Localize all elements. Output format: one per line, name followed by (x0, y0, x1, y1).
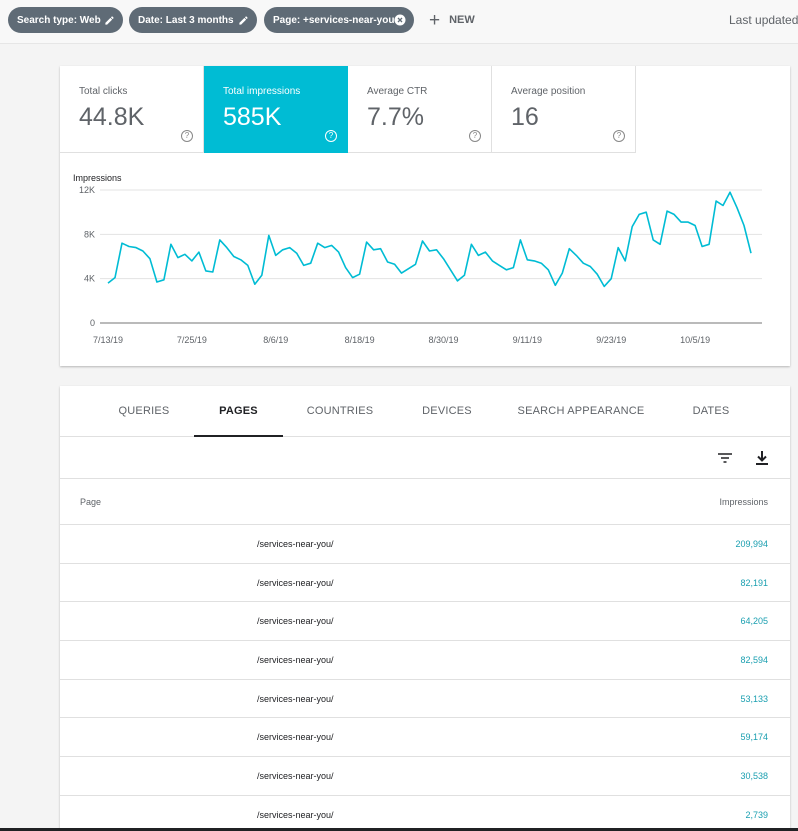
y-tick-label: 12K (79, 185, 95, 195)
plus-icon: + (429, 9, 441, 31)
filter-rows-icon[interactable] (715, 448, 735, 468)
x-tick-label: 8/18/19 (345, 335, 375, 345)
table-body: /services-near-you/209,994 /services-nea… (60, 525, 790, 831)
chart-grid (100, 189, 762, 324)
impressions-chart: Impressions 0 4K 8K 12K 7/13/19 7/25/19 8/6/1… (73, 173, 762, 345)
metric-label: Average position (511, 86, 586, 97)
table-row[interactable]: /services-near-you/30,538 (60, 757, 790, 796)
row-page[interactable]: /services-near-you/ (257, 694, 334, 704)
performance-card: Total clicks 44.8K ? Total impressions 5… (60, 66, 790, 366)
chip-page-filter[interactable]: Page: +services-near-you (264, 7, 414, 33)
help-icon[interactable]: ? (613, 130, 625, 142)
tab-countries[interactable]: COUNTRIES (300, 386, 380, 437)
impressions-series-line (107, 191, 752, 288)
table-toolbar (60, 438, 790, 479)
y-tick-label: 4K (84, 274, 95, 284)
column-header-page[interactable]: Page (80, 497, 101, 507)
row-impressions: 59,174 (740, 732, 768, 743)
chip-search-type[interactable]: Search type: Web (8, 7, 123, 33)
tab-devices[interactable]: DEVICES (410, 386, 484, 437)
chip-label: Page: +services-near-you (273, 14, 395, 26)
x-tick-label: 7/13/19 (93, 335, 123, 345)
table-row[interactable]: /services-near-you/209,994 (60, 525, 790, 564)
row-impressions: 64,205 (740, 616, 768, 627)
table-header: Page Impressions (60, 480, 790, 525)
table-row[interactable]: /services-near-you/59,174 (60, 718, 790, 758)
x-tick-label: 9/23/19 (596, 335, 626, 345)
metric-value: 585K (223, 103, 282, 131)
dimension-tabs: QUERIES PAGES COUNTRIES DEVICES SEARCH A… (60, 386, 790, 437)
x-tick-label: 10/5/19 (680, 335, 710, 345)
x-tick-label: 9/11/19 (513, 335, 542, 345)
table-row[interactable]: /services-near-you/53,133 (60, 680, 790, 719)
metric-value: 7.7% (367, 103, 424, 131)
chip-label: Search type: Web (17, 14, 101, 26)
row-page[interactable]: /services-near-you/ (257, 539, 334, 549)
new-filter-label: NEW (449, 14, 475, 26)
column-header-impressions[interactable]: Impressions (719, 497, 768, 507)
y-axis-ticks: 0 4K 8K 12K (79, 185, 95, 328)
tab-search-appearance[interactable]: SEARCH APPEARANCE (515, 386, 647, 437)
x-tick-label: 8/30/19 (428, 335, 458, 345)
metric-average-ctr[interactable]: Average CTR 7.7% ? (348, 66, 492, 153)
chip-label: Date: Last 3 months (138, 14, 234, 26)
tab-pages[interactable]: PAGES (194, 386, 283, 437)
metric-value: 44.8K (79, 103, 145, 131)
chart-series (107, 191, 752, 288)
pencil-icon[interactable] (236, 13, 250, 27)
row-page[interactable]: /services-near-you/ (257, 655, 334, 665)
x-axis-ticks: 7/13/19 7/25/19 8/6/19 8/18/19 8/30/19 9/11/1… (93, 335, 710, 345)
row-impressions: 82,594 (740, 655, 768, 666)
pages-table-card: QUERIES PAGES COUNTRIES DEVICES SEARCH A… (60, 386, 790, 831)
new-filter-button[interactable]: + NEW (429, 10, 475, 30)
metric-value: 16 (511, 103, 539, 131)
help-icon[interactable]: ? (469, 130, 481, 142)
row-impressions: 82,191 (740, 577, 768, 588)
filter-bar: Search type: Web Date: Last 3 months Pag… (0, 0, 798, 44)
table-row[interactable]: /services-near-you/2,739 (60, 796, 790, 831)
tab-queries[interactable]: QUERIES (108, 386, 180, 437)
close-circle-icon[interactable] (393, 13, 407, 27)
row-impressions: 2,739 (745, 809, 768, 820)
help-icon[interactable]: ? (325, 130, 337, 142)
table-row[interactable]: /services-near-you/64,205 (60, 602, 790, 642)
metric-average-position[interactable]: Average position 16 ? (492, 66, 636, 153)
x-tick-label: 8/6/19 (263, 335, 288, 345)
row-page[interactable]: /services-near-you/ (257, 578, 334, 588)
y-axis-title: Impressions (73, 173, 122, 183)
x-tick-label: 7/25/19 (177, 335, 207, 345)
last-updated-text: Last updated (729, 13, 798, 27)
y-tick-label: 0 (90, 318, 95, 328)
chip-date-range[interactable]: Date: Last 3 months (129, 7, 257, 33)
table-row[interactable]: /services-near-you/82,191 (60, 564, 790, 603)
row-impressions: 209,994 (735, 539, 768, 549)
help-icon[interactable]: ? (181, 130, 193, 142)
row-page[interactable]: /services-near-you/ (257, 771, 334, 781)
row-impressions: 30,538 (740, 771, 768, 782)
row-impressions: 53,133 (740, 693, 768, 704)
metric-label: Average CTR (367, 86, 428, 97)
pencil-icon[interactable] (102, 13, 116, 27)
metric-label: Total clicks (79, 86, 128, 97)
metric-total-clicks[interactable]: Total clicks 44.8K ? (60, 66, 204, 153)
row-page[interactable]: /services-near-you/ (257, 616, 334, 626)
metric-label: Total impressions (223, 86, 301, 97)
row-page[interactable]: /services-near-you/ (257, 732, 334, 742)
tab-dates[interactable]: DATES (680, 386, 742, 437)
y-tick-label: 8K (84, 229, 95, 239)
download-icon[interactable] (752, 448, 772, 468)
metric-total-impressions[interactable]: Total impressions 585K ? (204, 66, 348, 153)
row-page[interactable]: /services-near-you/ (257, 810, 334, 820)
table-row[interactable]: /services-near-you/82,594 (60, 641, 790, 680)
